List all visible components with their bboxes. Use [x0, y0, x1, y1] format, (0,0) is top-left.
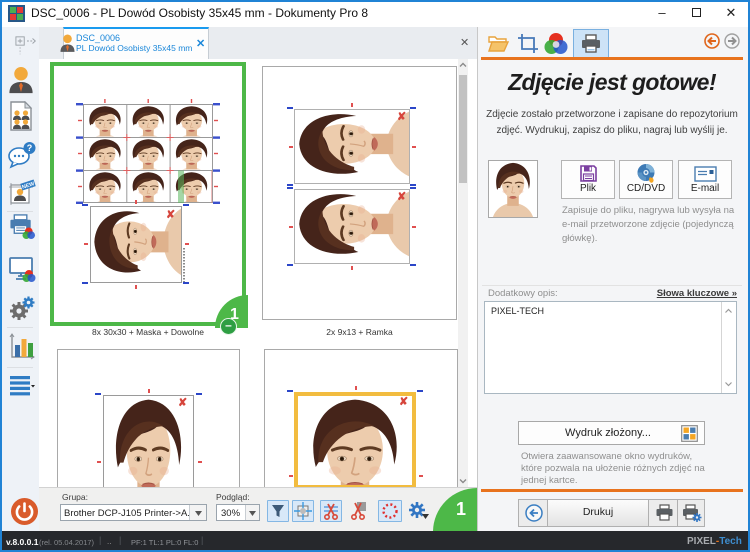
svg-text:?: ?	[27, 143, 33, 153]
